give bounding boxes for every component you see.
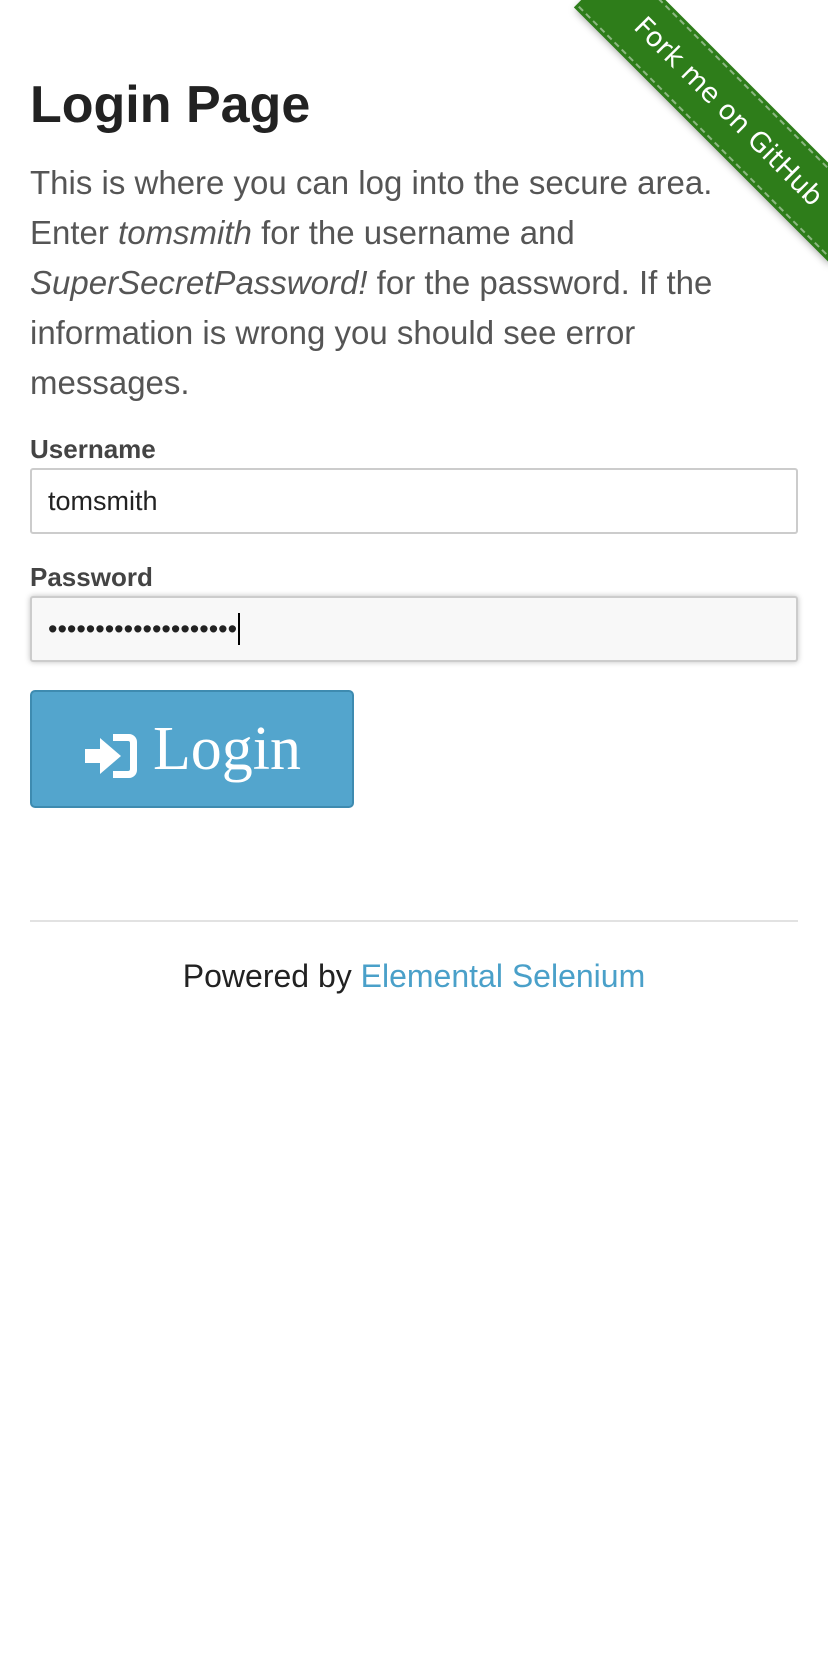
main-content: Login Page This is where you can log int… [30, 70, 798, 995]
username-hint: tomsmith [118, 214, 252, 251]
username-input[interactable]: tomsmith [30, 468, 798, 534]
footer-divider [30, 920, 798, 922]
password-label: Password [30, 562, 153, 592]
username-label: Username [30, 434, 156, 464]
sign-in-icon [83, 725, 139, 778]
intro-part-2: for the username and [251, 214, 575, 251]
page: Fork me on GitHub Login Page This is whe… [0, 0, 828, 1656]
footer: Powered by Elemental Selenium [30, 958, 798, 995]
login-button-label: Login [152, 714, 302, 783]
powered-by-text: Powered by [182, 958, 361, 994]
username-value: tomsmith [48, 485, 158, 516]
login-button[interactable]: Login [30, 690, 354, 808]
password-hint: SuperSecretPassword! [30, 264, 368, 301]
elemental-selenium-link[interactable]: Elemental Selenium [361, 958, 646, 994]
password-input[interactable]: •••••••••••••••••••• [30, 596, 798, 662]
password-value: •••••••••••••••••••• [48, 613, 238, 644]
page-title: Login Page [30, 76, 311, 134]
intro-text: This is where you can log into the secur… [30, 158, 798, 408]
text-caret [238, 613, 241, 645]
